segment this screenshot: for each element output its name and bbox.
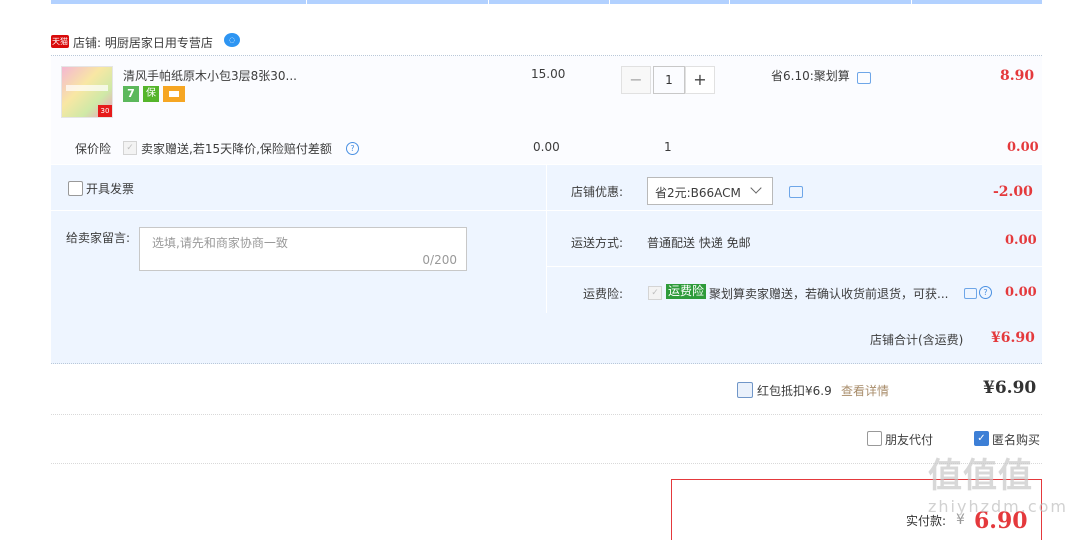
- return-insurance-description: 聚划算卖家赠送，若确认收货前退货，可获...: [709, 287, 949, 301]
- credit-card-icon: [163, 86, 185, 102]
- seller-message-field[interactable]: 选填,请先和商家协商一致 0/200: [139, 227, 467, 271]
- insurance-subtotal: 0.00: [1007, 140, 1039, 155]
- seven-day-return-icon: 7: [123, 86, 139, 102]
- shop-header: 天猫 店铺: 明厨居家日用专营店 ◌: [51, 31, 1042, 56]
- return-insurance-checkbox: ✓: [648, 286, 662, 300]
- invoice-label[interactable]: 开具发票: [86, 180, 134, 197]
- return-insurance-tag: 运费险: [666, 284, 707, 299]
- cart-item-row: 30 清风手帕纸原木小包3层8张30... 7 保 15.00 − 1 + 省6…: [51, 56, 1042, 164]
- help-icon[interactable]: ?: [346, 142, 359, 155]
- tmall-badge: 天猫: [51, 35, 69, 48]
- return-insurance-amount: 0.00: [1005, 285, 1037, 300]
- anonymous-checkbox[interactable]: ✓: [974, 431, 989, 446]
- insurance-label: 保价险: [75, 142, 112, 156]
- quantity-input[interactable]: 1: [653, 66, 685, 94]
- coupon-label: 店铺优惠:: [571, 185, 624, 199]
- product-title[interactable]: 清风手帕纸原木小包3层8张30...: [123, 67, 297, 84]
- friend-pay-label[interactable]: 朋友代付: [885, 431, 933, 448]
- invoice-checkbox[interactable]: [68, 181, 83, 196]
- comment-icon[interactable]: [789, 186, 803, 198]
- chevron-down-icon: [750, 182, 762, 194]
- top-border: [51, 0, 1042, 4]
- shipping-amount: 0.00: [1005, 233, 1037, 248]
- red-packet-row: 红包抵扣¥6.9 查看详情 ¥6.90: [51, 364, 1042, 415]
- message-placeholder: 选填,请先和商家协商一致: [152, 236, 288, 250]
- insurance-checkbox: ✓: [123, 141, 137, 155]
- coupon-select[interactable]: 省2元:B66ACM: [647, 177, 773, 205]
- item-subtotal: 8.90: [1000, 68, 1035, 84]
- red-packet-label[interactable]: 红包抵扣¥6.9: [757, 382, 832, 399]
- coupon-value: 省2元:B66ACM: [655, 186, 741, 200]
- comment-icon[interactable]: [964, 288, 977, 299]
- shipping-method: 普通配送 快递 免邮: [647, 236, 751, 250]
- insurance-price: 0.00: [533, 140, 560, 154]
- shop-total-row: 店铺合计(含运费) ¥6.90: [51, 313, 1042, 364]
- chat-bubble-icon[interactable]: ◌: [224, 33, 240, 47]
- product-thumbnail[interactable]: 30: [61, 66, 113, 118]
- guarantee-icon: 保: [143, 86, 159, 102]
- watermark-logo: 值值值: [928, 456, 1033, 496]
- insurance-quantity: 1: [664, 140, 672, 154]
- message-label: 给卖家留言:: [66, 231, 131, 245]
- friend-pay-checkbox[interactable]: [867, 431, 882, 446]
- order-total-amount: ¥6.90: [983, 378, 1037, 398]
- message-char-count: 0/200: [422, 253, 457, 267]
- shop-total-amount: ¥6.90: [991, 330, 1035, 346]
- unit-price: 15.00: [531, 67, 566, 81]
- promotion-label: 省6.10:聚划算: [771, 69, 850, 83]
- shop-total-label: 店铺合计(含运费): [870, 333, 964, 347]
- quantity-stepper: − 1 +: [621, 66, 717, 94]
- purchase-options-row: 朋友代付 ✓ 匿名购买: [51, 415, 1042, 464]
- decrease-quantity-button[interactable]: −: [621, 66, 651, 94]
- return-insurance-label: 运费险:: [583, 287, 624, 301]
- order-options-panel: 开具发票 给卖家留言: 选填,请先和商家协商一致 0/200 店铺优惠: 省2元…: [51, 165, 1042, 313]
- anonymous-label[interactable]: 匿名购买: [992, 431, 1040, 448]
- watermark-site: zhiyhzdm.com: [928, 497, 1068, 516]
- view-details-link[interactable]: 查看详情: [841, 382, 889, 399]
- help-icon[interactable]: ?: [979, 286, 992, 299]
- insurance-description: 卖家赠送,若15天降价,保险赔付差额: [141, 142, 332, 156]
- thumb-tag: 30: [98, 105, 112, 117]
- coupon-amount: -2.00: [993, 184, 1033, 200]
- shipping-label: 运送方式:: [571, 236, 624, 250]
- shop-name[interactable]: 店铺: 明厨居家日用专营店: [73, 34, 213, 51]
- red-packet-checkbox[interactable]: [737, 382, 753, 398]
- comment-icon[interactable]: [857, 72, 871, 84]
- increase-quantity-button[interactable]: +: [685, 66, 715, 94]
